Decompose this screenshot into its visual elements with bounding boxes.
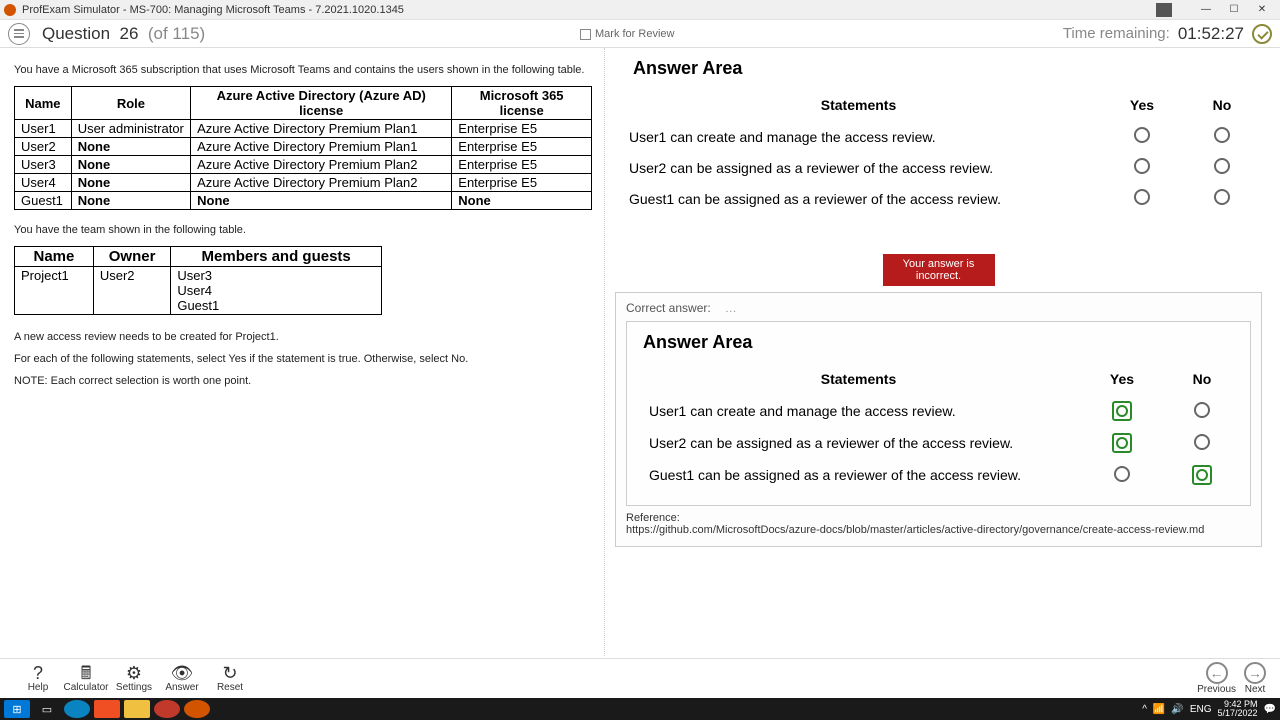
minimize-button[interactable]: —: [1192, 1, 1220, 19]
time-remaining-value: 01:52:27: [1178, 24, 1244, 44]
taskview-icon[interactable]: ▭: [34, 700, 60, 718]
tray-clock[interactable]: 9:42 PM5/17/2022: [1218, 700, 1258, 718]
users-table: Name Role Azure Active Directory (Azure …: [14, 86, 592, 210]
start-button[interactable]: ⊞: [4, 700, 30, 718]
team-intro: You have the team shown in the following…: [14, 224, 590, 236]
correct-statement-row: Guest1 can be assigned as a reviewer of …: [635, 459, 1242, 491]
help-button[interactable]: ?Help: [14, 664, 62, 693]
tray-notifications-icon[interactable]: 💬: [1264, 704, 1276, 715]
question-label: Question 26 (of 115): [42, 24, 205, 44]
mark-for-review[interactable]: Mark for Review: [580, 28, 674, 40]
close-button[interactable]: ✕: [1248, 1, 1276, 19]
statement-row: Guest1 can be assigned as a reviewer of …: [615, 183, 1262, 214]
tray-lang[interactable]: ENG: [1190, 704, 1212, 715]
question-p1: A new access review needs to be created …: [14, 331, 590, 343]
edge-icon[interactable]: [64, 700, 90, 718]
stmt1-no-radio[interactable]: [1214, 127, 1230, 143]
settings-button[interactable]: ⚙Settings: [110, 664, 158, 693]
question-p3: NOTE: Each correct selection is worth on…: [14, 375, 590, 387]
stmt1-yes-radio[interactable]: [1134, 127, 1150, 143]
reference-link[interactable]: https://github.com/MicrosoftDocs/azure-d…: [626, 524, 1204, 536]
app-icon-1[interactable]: [154, 700, 180, 718]
user-answer-area: Statements Yes No User1 can create and m…: [615, 89, 1262, 214]
question-intro: You have a Microsoft 365 subscription th…: [14, 64, 590, 76]
reset-button[interactable]: ↻Reset: [206, 664, 254, 693]
stmt2-yes-radio[interactable]: [1134, 158, 1150, 174]
statement-row: User1 can create and manage the access r…: [615, 121, 1262, 152]
next-button[interactable]: →Next: [1244, 662, 1266, 695]
tray-network-icon[interactable]: 📶: [1153, 704, 1165, 715]
correct-stmt1-yes: [1112, 401, 1132, 421]
calculator-button[interactable]: 🖩Calculator: [62, 664, 110, 693]
windows-taskbar[interactable]: ⊞ ▭ ^ 📶 🔊 ENG 9:42 PM5/17/2022 💬: [0, 698, 1280, 720]
brave-icon[interactable]: [94, 700, 120, 718]
correct-statement-row: User2 can be assigned as a reviewer of t…: [635, 427, 1242, 459]
stmt3-yes-radio[interactable]: [1134, 189, 1150, 205]
stmt3-no-radio[interactable]: [1214, 189, 1230, 205]
tray-volume-icon[interactable]: 🔊: [1171, 704, 1183, 715]
mark-review-checkbox[interactable]: [580, 29, 591, 40]
answer-area-title: Answer Area: [633, 58, 1262, 79]
correct-answer-box: Correct answer:… Answer Area Statements …: [615, 292, 1262, 547]
time-remaining-label: Time remaining:: [1063, 25, 1170, 42]
correct-stmt2-yes: [1112, 433, 1132, 453]
app-icon-2[interactable]: [184, 700, 210, 718]
window-title: ProfExam Simulator - MS-700: Managing Mi…: [22, 4, 1156, 16]
notification-icon[interactable]: [1156, 3, 1172, 17]
correct-answer-area-title: Answer Area: [643, 332, 1242, 353]
correct-answer-label: Correct answer:…: [626, 301, 1251, 315]
correct-stmt3-yes: [1114, 466, 1130, 482]
app-icon: [4, 4, 16, 16]
team-table: Name Owner Members and guests Project1 U…: [14, 246, 382, 315]
maximize-button[interactable]: ☐: [1220, 1, 1248, 19]
explorer-icon[interactable]: [124, 700, 150, 718]
incorrect-banner: Your answer is incorrect.: [883, 254, 995, 286]
correct-stmt1-no: [1194, 402, 1210, 418]
answer-button[interactable]: 👁Answer: [158, 664, 206, 693]
correct-stmt2-no: [1194, 434, 1210, 450]
question-p2: For each of the following statements, se…: [14, 353, 590, 365]
previous-button[interactable]: ←Previous: [1197, 662, 1236, 695]
stmt2-no-radio[interactable]: [1214, 158, 1230, 174]
correct-statement-row: User1 can create and manage the access r…: [635, 395, 1242, 427]
statement-row: User2 can be assigned as a reviewer of t…: [615, 152, 1262, 183]
menu-button[interactable]: [8, 23, 30, 45]
reference: Reference: https://github.com/MicrosoftD…: [626, 512, 1251, 536]
tray-chevron-icon[interactable]: ^: [1142, 704, 1147, 715]
submit-check-icon[interactable]: [1252, 24, 1272, 44]
correct-stmt3-no: [1192, 465, 1212, 485]
